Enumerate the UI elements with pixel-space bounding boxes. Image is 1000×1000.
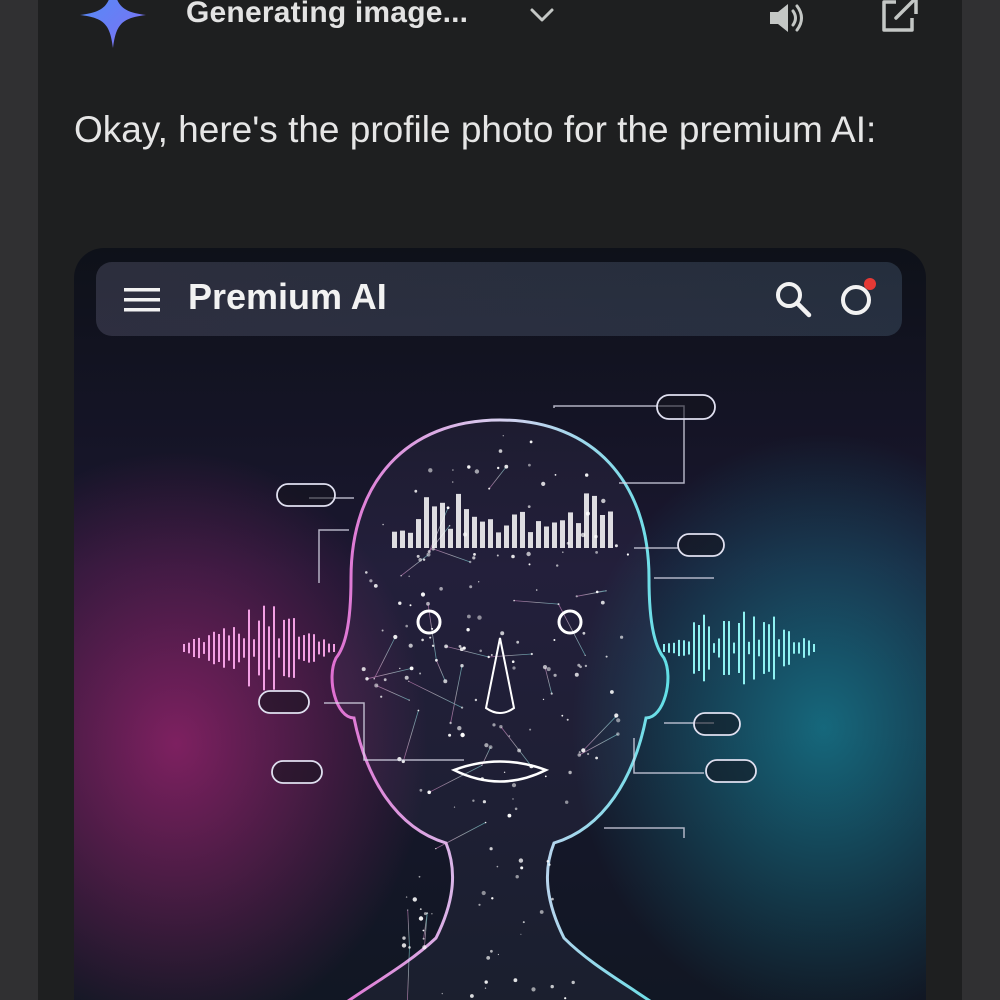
right-waveform: [663, 611, 815, 685]
generating-status-title: Generating image...: [186, 0, 469, 29]
gemini-sparkle-icon: [80, 0, 146, 48]
chevron-down-icon[interactable]: [528, 4, 556, 26]
app-bar: Premium AI: [96, 262, 902, 336]
search-icon[interactable]: [772, 278, 814, 320]
notification-dot: [864, 278, 876, 290]
response-message: Okay, here's the profile photo for the p…: [74, 109, 877, 150]
head-outline: [330, 418, 670, 1000]
hamburger-menu-icon[interactable]: [124, 286, 160, 314]
response-header: Generating image...: [38, 0, 962, 60]
chat-panel: Generating image... Okay, here's the pro…: [38, 0, 962, 1000]
left-waveform: [183, 605, 335, 691]
profile-circle-icon[interactable]: [836, 276, 880, 320]
open-external-icon[interactable]: [878, 0, 918, 36]
app-title: Premium AI: [188, 276, 387, 317]
generated-image[interactable]: Premium AI: [74, 248, 926, 1000]
speaker-icon[interactable]: [766, 0, 806, 38]
ai-head-illustration: [183, 394, 815, 1000]
